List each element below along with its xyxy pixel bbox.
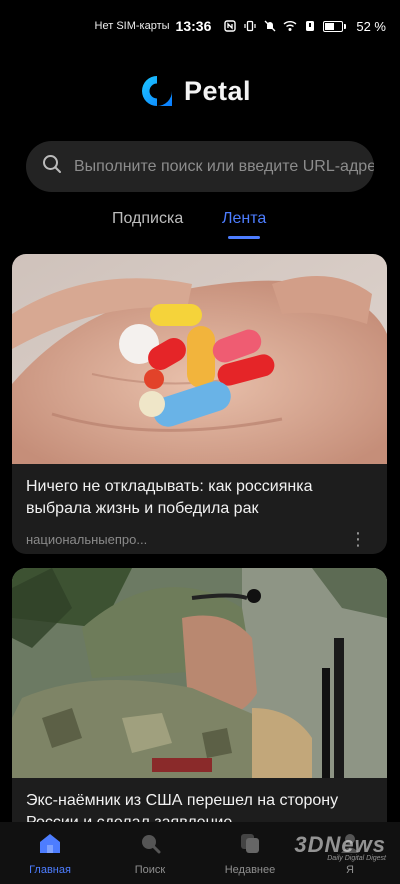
nav-recent-label: Недавнее — [224, 864, 276, 876]
logo-text: Petal — [184, 75, 252, 106]
vibrate-icon — [243, 19, 257, 33]
search-bar[interactable] — [26, 141, 374, 192]
nav-search[interactable]: Поиск — [105, 832, 195, 876]
clock: 13:36 — [175, 18, 212, 34]
search-input[interactable] — [74, 157, 374, 176]
soldier-with-headset-image — [12, 568, 387, 778]
tab-subscriptions[interactable]: Подписка — [112, 210, 183, 228]
shield-icon — [303, 19, 317, 33]
carrier-label: Нет SIM-карты — [94, 20, 170, 32]
tab-feed[interactable]: Лента — [222, 210, 266, 228]
article-source: национальныепро... — [26, 531, 148, 547]
petal-logo-icon — [140, 74, 174, 108]
battery-icon — [323, 20, 347, 32]
search-icon — [139, 832, 161, 859]
news-card[interactable]: Ничего не откладывать: как россиянка выб… — [12, 254, 387, 554]
hand-holding-pills-image — [12, 254, 387, 464]
nav-recent[interactable]: Недавнее — [205, 832, 295, 876]
3dnews-watermark: 3DNews Daily Digital Digest — [294, 832, 386, 862]
nav-profile-label: Я — [346, 864, 354, 876]
status-bar: Нет SIM-карты 13:36 52 % — [0, 0, 400, 52]
nav-home[interactable]: Главная — [5, 832, 95, 876]
more-options-icon[interactable]: ⋮ — [349, 530, 373, 548]
feed-tabs: Подписка Лента — [0, 208, 400, 242]
nfc-icon — [223, 19, 237, 33]
wifi-icon — [283, 19, 297, 33]
nav-search-label: Поиск — [134, 864, 166, 876]
active-tab-indicator — [228, 236, 260, 239]
mute-icon — [263, 19, 277, 33]
article-title[interactable]: Ничего не откладывать: как россиянка выб… — [12, 464, 387, 520]
nav-home-label: Главная — [29, 864, 71, 876]
petal-logo: Petal — [140, 74, 251, 108]
news-card[interactable]: Экс-наёмник из США перешел на сторону Ро… — [12, 568, 387, 858]
recent-icon — [239, 832, 261, 859]
home-icon — [38, 832, 62, 859]
battery-percent: 52 % — [356, 18, 386, 34]
search-icon — [42, 154, 62, 179]
